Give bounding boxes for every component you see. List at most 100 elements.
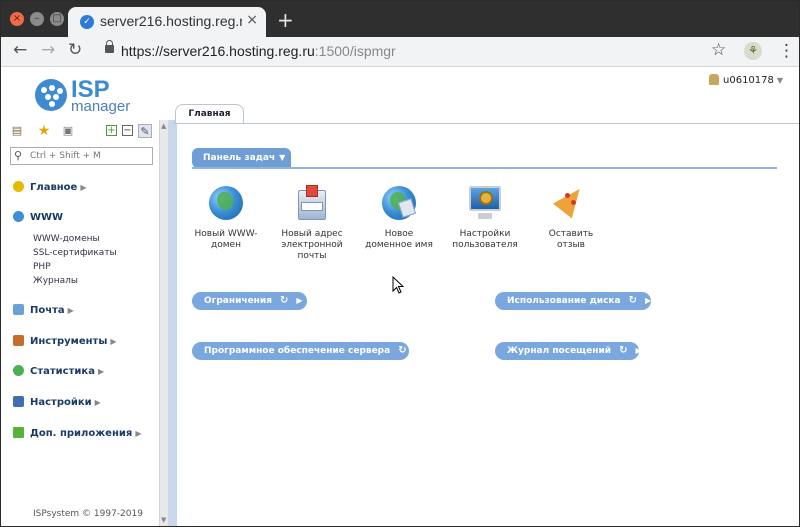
chevron-right-icon[interactable]: ▶ bbox=[415, 346, 421, 355]
tab-close-icon[interactable]: × bbox=[246, 12, 258, 28]
window-minimize-button[interactable]: – bbox=[30, 12, 44, 26]
plus-icon bbox=[13, 427, 24, 438]
widget-disk-usage[interactable]: Использование диска ↻ ▶ bbox=[495, 292, 651, 310]
sidebar-item-settings[interactable]: Настройки ▶ bbox=[13, 396, 101, 408]
sidebar-item-label: WWW bbox=[30, 212, 64, 223]
new-tab-button[interactable]: + bbox=[277, 8, 294, 32]
stats-icon bbox=[13, 365, 24, 376]
browser-window: × – □ ✓ server216.hosting.reg.ru × + ← →… bbox=[0, 0, 800, 527]
sidebar-item-tools[interactable]: Инструменты ▶ bbox=[13, 335, 117, 347]
refresh-icon[interactable]: ↻ bbox=[280, 295, 288, 306]
home-icon bbox=[13, 181, 24, 192]
tab-strip: × – □ ✓ server216.hosting.reg.ru × + bbox=[1, 1, 799, 37]
menu-search-input[interactable]: ⚲ Ctrl + Shift + M bbox=[10, 147, 153, 165]
sidebar-item-label: Настройки bbox=[30, 397, 92, 408]
sidebar-subitem-ssl[interactable]: SSL-сертификаты bbox=[33, 248, 117, 258]
tab-home[interactable]: Главная bbox=[175, 104, 244, 124]
mail-icon bbox=[13, 304, 24, 315]
task-new-www-domain[interactable]: Новый WWW-домен bbox=[186, 184, 266, 251]
task-label: почты bbox=[297, 251, 327, 261]
refresh-icon[interactable]: ↻ bbox=[398, 345, 406, 356]
widget-limits[interactable]: Ограничения ↻ ▶ bbox=[192, 292, 307, 310]
logo-mark bbox=[35, 79, 67, 111]
window-close-button[interactable]: × bbox=[10, 12, 24, 26]
address-bar[interactable]: https://server216.hosting.reg.ru:1500/is… bbox=[121, 43, 396, 59]
sidebar-item-label: Статистика bbox=[30, 366, 95, 377]
collapse-all-icon[interactable]: − bbox=[122, 125, 133, 136]
sidebar-item-main[interactable]: Главное ▶ bbox=[13, 181, 87, 193]
task-panel-title: Панель задач bbox=[203, 153, 276, 163]
sidebar-subitem-www-domains[interactable]: WWW-домены bbox=[33, 234, 100, 244]
task-feedback[interactable]: Оставить отзыв bbox=[531, 181, 611, 251]
chevron-right-icon[interactable]: ▶ bbox=[635, 346, 641, 355]
chevron-right-icon[interactable]: ▶ bbox=[296, 296, 302, 305]
globe-domain-icon bbox=[381, 184, 417, 222]
user-icon bbox=[709, 74, 719, 85]
sidebar-item-mail[interactable]: Почта ▶ bbox=[13, 304, 74, 316]
task-new-email[interactable]: Новый адрес электронной почты bbox=[272, 184, 352, 262]
tab-underline bbox=[173, 123, 799, 124]
bookmark-star-icon[interactable]: ☆ bbox=[711, 40, 726, 60]
briefcase-icon[interactable]: ▣ bbox=[61, 124, 75, 138]
task-label: отзыв bbox=[557, 240, 585, 250]
task-user-settings[interactable]: Настройки пользователя bbox=[445, 184, 525, 251]
sidebar-item-apps[interactable]: Доп. приложения ▶ bbox=[13, 427, 141, 439]
task-label: доменное имя bbox=[365, 240, 433, 250]
sidebar-item-stats[interactable]: Статистика ▶ bbox=[13, 365, 104, 377]
widget-label: Журнал посещений bbox=[507, 346, 612, 356]
user-name: u0610178 bbox=[723, 75, 774, 86]
mail-box-icon bbox=[294, 184, 330, 222]
sidebar-item-label: Главное bbox=[30, 182, 78, 193]
url-port-path: :1500/ispmgr bbox=[314, 43, 396, 59]
globe-icon bbox=[13, 211, 24, 222]
chevron-right-icon: ▶ bbox=[97, 367, 105, 376]
isp-page: ISP manager u0610178 ▼ ▤ ★ ▣ + − ✎ ⚲ Ctrl… bbox=[2, 68, 799, 526]
sidebar: ▤ ★ ▣ + − ✎ ⚲ Ctrl + Shift + M Главное ▶ … bbox=[5, 120, 159, 526]
sidebar-item-www[interactable]: WWW bbox=[13, 211, 63, 223]
logo-manager-text: manager bbox=[71, 98, 131, 115]
widget-label: Использование диска bbox=[507, 296, 621, 306]
main-area: Главная Панель задач ▼ Новый WWW-домен Но… bbox=[173, 104, 799, 526]
task-label: Новый адрес bbox=[281, 229, 343, 239]
chevron-down-icon: ▼ bbox=[279, 153, 286, 162]
lock-icon[interactable] bbox=[105, 40, 114, 53]
chevron-down-icon: ▼ bbox=[776, 76, 784, 85]
tree-view-icon[interactable]: ▤ bbox=[10, 124, 24, 138]
sidebar-splitter[interactable] bbox=[168, 120, 177, 526]
widget-label: Программное обеспечение сервера bbox=[204, 346, 391, 356]
sidebar-item-label: Почта bbox=[30, 305, 65, 316]
task-panel-header[interactable]: Панель задач ▼ bbox=[192, 148, 291, 168]
url-main: https://server216.hosting.reg.ru bbox=[121, 43, 315, 59]
back-icon[interactable]: ← bbox=[13, 40, 27, 60]
scroll-up-icon[interactable]: ▲ bbox=[161, 122, 166, 130]
browser-menu-icon[interactable]: ⋮ bbox=[778, 41, 795, 61]
sidebar-scrollbar[interactable]: ▲ ▼ bbox=[159, 120, 168, 526]
tools-icon bbox=[13, 335, 24, 346]
browser-tab[interactable]: ✓ server216.hosting.reg.ru × bbox=[68, 7, 266, 37]
window-maximize-button[interactable]: □ bbox=[50, 12, 64, 26]
refresh-icon[interactable]: ↻ bbox=[619, 345, 627, 356]
search-icon: ⚲ bbox=[14, 149, 23, 162]
widget-visit-log[interactable]: Журнал посещений ↻ ▶ bbox=[495, 342, 642, 360]
sidebar-subitem-php[interactable]: PHP bbox=[33, 262, 51, 272]
favorites-star-icon[interactable]: ★ bbox=[37, 124, 51, 138]
settings-icon bbox=[13, 396, 24, 407]
task-label: домен bbox=[211, 240, 241, 250]
reload-icon[interactable]: ↻ bbox=[68, 40, 82, 60]
user-menu[interactable]: u0610178 ▼ bbox=[709, 74, 783, 86]
task-new-domain[interactable]: Новое доменное имя bbox=[359, 184, 439, 251]
extension-icon[interactable]: ⚘ bbox=[744, 42, 762, 60]
widget-server-software[interactable]: Программное обеспечение сервера ↻ ▶ bbox=[192, 342, 421, 360]
task-label: Новый WWW- bbox=[194, 229, 258, 239]
scroll-down-icon[interactable]: ▼ bbox=[161, 516, 166, 524]
sidebar-subitem-logs[interactable]: Журналы bbox=[33, 276, 78, 286]
forward-icon[interactable]: → bbox=[41, 40, 55, 60]
task-panel-divider bbox=[192, 167, 777, 169]
expand-all-icon[interactable]: + bbox=[106, 125, 117, 136]
refresh-icon[interactable]: ↻ bbox=[629, 295, 637, 306]
chevron-right-icon[interactable]: ▶ bbox=[645, 296, 651, 305]
pin-icon[interactable]: ✎ bbox=[138, 124, 152, 138]
isp-logo[interactable]: ISP manager bbox=[35, 76, 131, 115]
mouse-cursor-icon bbox=[392, 276, 404, 294]
task-label: Оставить bbox=[548, 229, 594, 239]
